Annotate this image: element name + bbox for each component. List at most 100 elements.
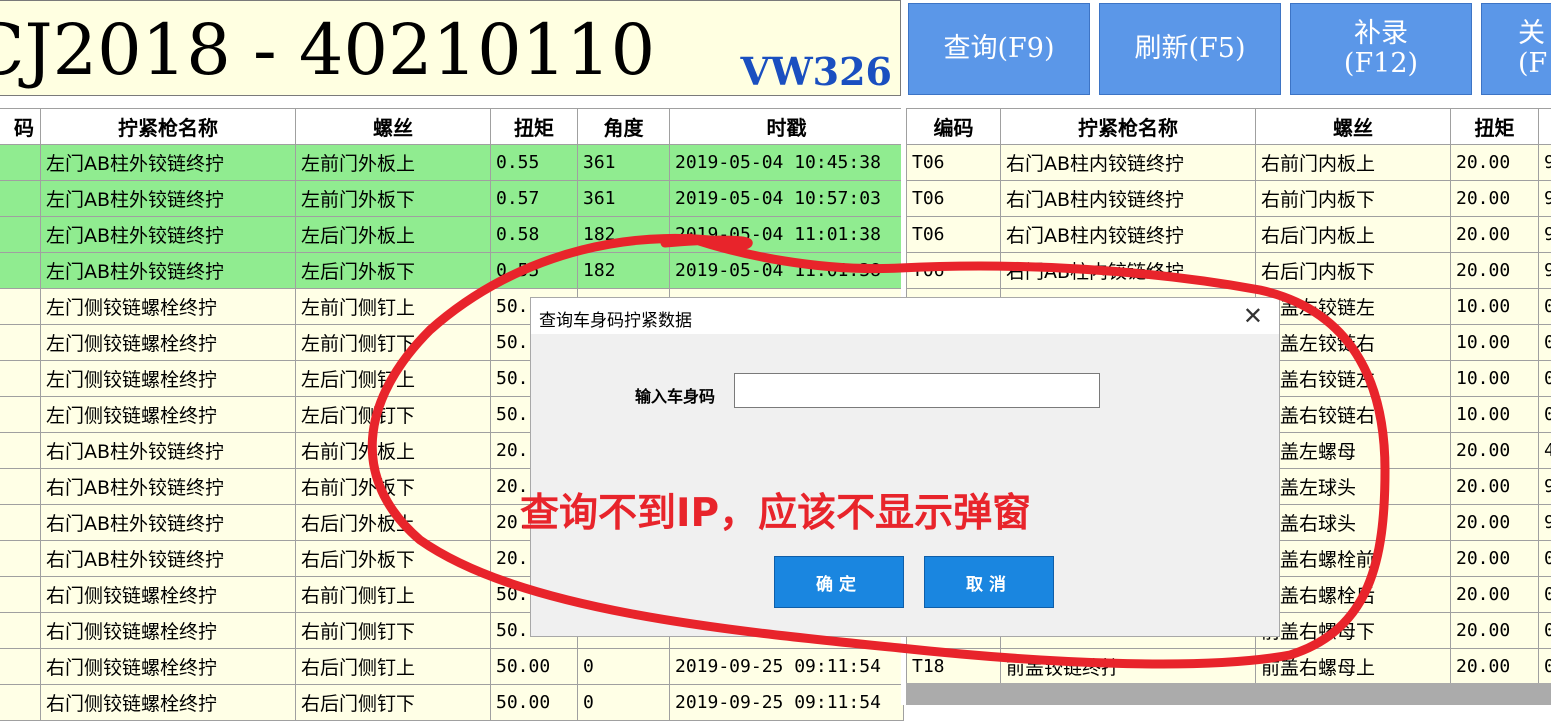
table-row[interactable]: 左门AB柱外铰链终拧左后门外板下0.551822019-05-04 11:01:… [0,253,904,289]
cell-screw: 右后门侧钉上 [296,649,491,685]
cell-code [0,433,41,469]
cell-angle: 361 [578,181,670,217]
cell-angle: 0 [1539,325,1551,361]
cell-torque: 10.00 [1451,361,1539,397]
cell-code [0,577,41,613]
column-header-timestamp[interactable]: 时戳 [670,109,904,145]
cell-code [0,217,41,253]
cell-angle: 0 [1539,649,1551,685]
cell-timestamp: 2019-05-04 10:45:38 [670,145,904,181]
cell-angle: 182 [578,217,670,253]
cell-screw: 左前门侧钉下 [296,325,491,361]
cell-screw: 右前门侧钉下 [296,613,491,649]
close-app-button[interactable]: 关 (F [1481,3,1551,95]
cell-angle: 361 [578,145,670,181]
cell-screw: 右前门外板下 [296,469,491,505]
column-header-code[interactable]: 码 [0,109,41,145]
query-button[interactable]: 查询(F9) [908,3,1090,95]
column-header-screw[interactable]: 螺丝 [296,109,491,145]
body-code-input[interactable] [734,373,1100,408]
cell-code [0,289,41,325]
cell-torque: 0.55 [491,253,578,289]
cell-gun-name: 右门AB柱内铰链终拧 [1001,253,1256,289]
cell-timestamp: 2019-09-25 09:11:54 [670,649,904,685]
ok-button[interactable]: 确定 [774,556,904,608]
supplement-button[interactable]: 补录 (F12) [1290,3,1472,95]
table-row[interactable]: 左门AB柱外铰链终拧左前门外板上0.553612019-05-04 10:45:… [0,145,904,181]
column-header-angle[interactable]: 角度 [578,109,670,145]
table-row[interactable]: T06右门AB柱内铰链终拧右后门内板下20.009 [907,253,1551,289]
cell-angle: 0 [1539,577,1551,613]
supplement-button-shortcut: (F12) [1344,49,1418,79]
column-header-angle[interactable] [1539,109,1551,145]
cell-angle: 0 [578,649,670,685]
model-code: VW326 [741,51,892,93]
cell-angle: 0 [1539,541,1551,577]
cell-code [0,253,41,289]
cell-torque: 20.00 [1451,433,1539,469]
cell-screw: 右前门外板上 [296,433,491,469]
table-row[interactable]: 右门侧铰链螺栓终拧右后门侧钉上50.0002019-09-25 09:11:54 [0,649,904,685]
cell-gun-name: 右门AB柱外铰链终拧 [41,469,296,505]
table-row[interactable]: 右门侧铰链螺栓终拧右后门侧钉下50.0002019-09-25 09:11:54 [0,685,904,721]
dialog-titlebar[interactable]: 查询车身码拧紧数据 ✕ [531,298,1279,334]
cell-torque: 0.58 [491,217,578,253]
column-header-screw[interactable]: 螺丝 [1256,109,1451,145]
cell-code [0,145,41,181]
cell-screw: 右后门外板上 [296,505,491,541]
cell-torque: 50.00 [491,649,578,685]
cell-gun-name: 前盖铰链终拧 [1001,649,1256,685]
column-header-gun-name[interactable]: 拧紧枪名称 [1001,109,1256,145]
cell-screw: 前盖右螺母下 [1256,613,1451,649]
cell-gun-name: 左门AB柱外铰链终拧 [41,217,296,253]
column-header-torque[interactable]: 扭矩 [491,109,578,145]
table-row[interactable]: T06右门AB柱内铰链终拧右前门内板上20.009 [907,145,1551,181]
empty-grid-area [906,683,1551,705]
table-row[interactable]: 左门AB柱外铰链终拧左后门外板上0.581822019-05-04 11:01:… [0,217,904,253]
cell-screw: 前盖右螺母上 [1256,649,1451,685]
cancel-button-label: 取消 [966,570,1012,595]
cell-gun-name: 右门AB柱内铰链终拧 [1001,181,1256,217]
ok-button-label: 确定 [816,570,862,595]
close-icon[interactable]: ✕ [1243,302,1263,330]
cell-gun-name: 右门AB柱外铰链终拧 [41,433,296,469]
cell-screw: 右前门侧钉上 [296,577,491,613]
cell-screw: 右后门内板上 [1256,217,1451,253]
cell-torque: 20.00 [1451,613,1539,649]
cancel-button[interactable]: 取消 [924,556,1054,608]
cell-angle: 4 [1539,433,1551,469]
cell-angle: 9 [1539,469,1551,505]
cell-screw: 右前门内板下 [1256,181,1451,217]
cell-timestamp: 2019-05-04 10:57:03 [670,181,904,217]
refresh-button[interactable]: 刷新(F5) [1099,3,1281,95]
cell-code [0,325,41,361]
table-header-row: 编码 拧紧枪名称 螺丝 扭矩 [907,109,1551,145]
table-row[interactable]: 左门AB柱外铰链终拧左前门外板下0.573612019-05-04 10:57:… [0,181,904,217]
cell-screw: 左前门侧钉上 [296,289,491,325]
cell-angle: 9 [1539,145,1551,181]
cell-screw: 左后门侧钉上 [296,361,491,397]
table-row[interactable]: T06右门AB柱内铰链终拧右后门内板上20.009 [907,217,1551,253]
cell-torque: 20.00 [1451,145,1539,181]
cell-screw: 前盖右球头 [1256,505,1451,541]
cell-gun-name: 右门侧铰链螺栓终拧 [41,577,296,613]
cell-gun-name: 右门侧铰链螺栓终拧 [41,685,296,721]
cell-gun-name: 左门侧铰链螺栓终拧 [41,325,296,361]
cell-screw: 右后门内板下 [1256,253,1451,289]
column-header-code[interactable]: 编码 [907,109,1001,145]
cell-code [0,613,41,649]
table-row[interactable]: T18前盖铰链终拧前盖右螺母上20.000 [907,649,1551,685]
cell-angle: 9 [1539,217,1551,253]
cell-code [0,397,41,433]
cell-screw: 右后门侧钉下 [296,685,491,721]
cell-torque: 10.00 [1451,289,1539,325]
refresh-button-label: 刷新(F5) [1135,34,1246,64]
cell-screw: 左后门侧钉下 [296,397,491,433]
column-header-gun-name[interactable]: 拧紧枪名称 [41,109,296,145]
cell-angle: 182 [578,253,670,289]
cell-screw: 前盖右铰链右 [1256,397,1451,433]
column-header-torque[interactable]: 扭矩 [1451,109,1539,145]
cell-gun-name: 左门AB柱外铰链终拧 [41,145,296,181]
table-row[interactable]: T06右门AB柱内铰链终拧右前门内板下20.009 [907,181,1551,217]
annotation-text: 查询不到IP，应该不显示弹窗 [520,482,1031,538]
